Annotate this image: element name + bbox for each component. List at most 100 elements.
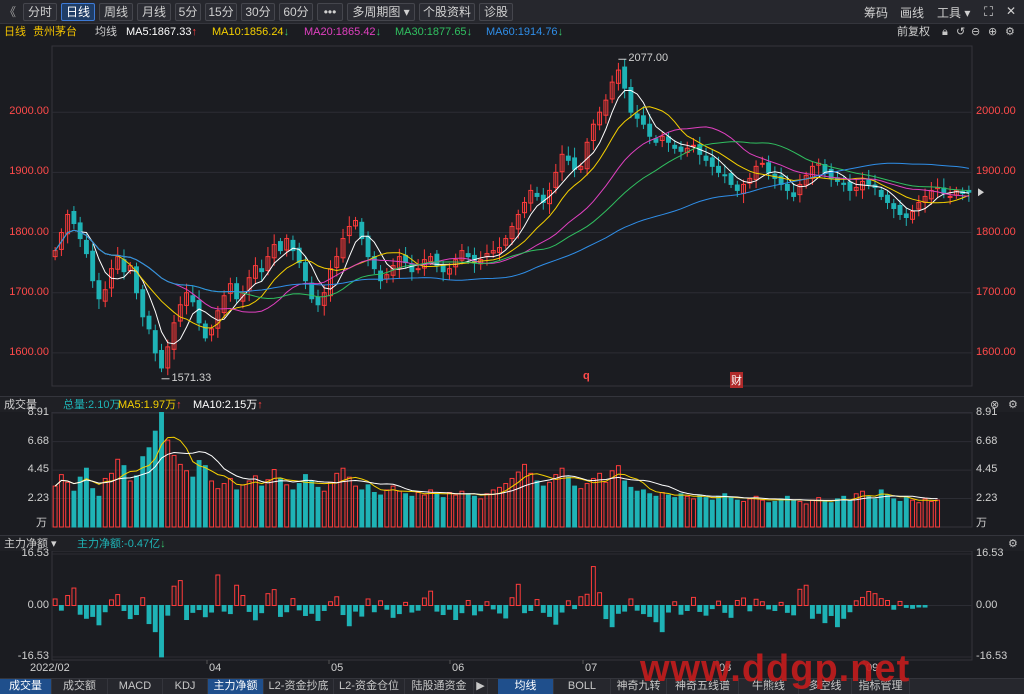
flow-bar <box>127 605 133 620</box>
indicator-tab-5[interactable]: L2-资金抄底 <box>264 679 334 694</box>
flow-bar <box>691 596 696 606</box>
undo-icon[interactable]: ↺ <box>956 24 965 40</box>
flow-bar <box>753 598 759 606</box>
flow-bar <box>647 605 653 617</box>
indicator-tab-4[interactable]: 主力净额 <box>208 679 264 694</box>
low-annotation: 1571.33 <box>171 371 212 384</box>
flow-bar <box>52 598 58 607</box>
volume-bar <box>722 493 728 528</box>
candle-body <box>622 66 628 89</box>
volume-bar <box>90 488 96 528</box>
flow-bar <box>277 605 283 617</box>
close-icon[interactable]: ✕ <box>1006 4 1016 18</box>
indicator-tab-7[interactable]: 陆股通资金 <box>405 679 474 694</box>
period-tab-4[interactable]: 5分 <box>175 3 201 21</box>
chart-canvas[interactable] <box>0 40 1024 678</box>
flow-bar <box>791 605 797 616</box>
flow-bar <box>590 566 596 606</box>
flow-bar <box>221 605 227 612</box>
ma30-value: MA30:1877.65↓ <box>395 26 473 38</box>
flow-bar <box>853 600 859 606</box>
ma60-value: MA60:1914.76↓ <box>486 26 564 38</box>
fullscreen-icon[interactable]: ⛶ <box>984 4 993 20</box>
settings-icon[interactable]: ⚙ <box>1005 24 1015 40</box>
volume-bar <box>578 488 584 528</box>
flow-bar <box>509 597 515 607</box>
ma-label[interactable]: 均线 <box>95 24 117 40</box>
indicator-tab-6[interactable]: L2-资金仓位 <box>334 679 405 694</box>
flow-bar <box>640 605 646 615</box>
volume-bar <box>346 476 352 528</box>
volume-bar <box>365 484 371 528</box>
indicator-tab-8[interactable]: ▶ <box>474 679 488 694</box>
lock-icon[interactable]: 🔒︎ <box>942 24 948 40</box>
flow-settings-icon[interactable]: ⚙ <box>1008 536 1018 552</box>
remove-icon[interactable]: ⊖ <box>971 24 980 40</box>
financial-report-marker[interactable]: 财 <box>730 372 743 388</box>
volume-bar <box>672 497 678 528</box>
period-tab-3[interactable]: 月线 <box>137 3 171 21</box>
period-tab-11[interactable]: 诊股 <box>479 3 513 21</box>
date-tick-2: 05 <box>331 662 344 674</box>
indicator-tab-2[interactable]: MACD <box>108 679 163 694</box>
flow-bar <box>409 605 415 613</box>
flow-bar <box>453 605 459 621</box>
adjust-select[interactable]: 前复权 <box>897 24 930 40</box>
volume-bar <box>828 502 834 528</box>
candle-body <box>371 256 377 270</box>
event-marker-q[interactable]: q <box>583 370 590 382</box>
period-tab-2[interactable]: 周线 <box>99 3 133 21</box>
indicator-tab-3[interactable]: KDJ <box>163 679 208 694</box>
candle-body <box>190 295 196 303</box>
flow-bar <box>697 605 703 612</box>
flow-bar <box>184 605 189 621</box>
period-tab-1[interactable]: 日线 <box>61 3 95 21</box>
indicator-tab-10[interactable]: BOLL <box>554 679 611 694</box>
volume-bar <box>910 499 915 528</box>
candle-body <box>891 203 897 209</box>
volume-bar <box>791 499 797 528</box>
flow-bar <box>140 597 146 607</box>
volume-bar <box>816 497 822 528</box>
indicator-tab-0[interactable]: 成交量 <box>0 679 52 694</box>
volume-bar <box>584 483 590 528</box>
flow-bar <box>434 605 440 612</box>
candle-body <box>572 157 578 170</box>
volume-unit-right: 万 <box>976 517 987 529</box>
volume-bar <box>628 486 634 528</box>
indicator-tab-9[interactable]: 均线 <box>498 679 554 694</box>
period-tab-6[interactable]: 30分 <box>241 3 275 21</box>
volume-bar <box>916 502 922 528</box>
flow-bar <box>903 605 909 608</box>
add-icon[interactable]: ⊕ <box>988 24 997 40</box>
volume-bar <box>65 481 71 528</box>
flow-bar <box>159 605 164 658</box>
volume-bar <box>522 463 527 528</box>
period-tab-8[interactable]: ••• <box>317 3 343 21</box>
chips-button[interactable]: 筹码 <box>864 4 888 21</box>
flow-bar <box>528 605 534 611</box>
tools-menu[interactable]: 工具 ▾ <box>937 4 970 21</box>
volume-bar <box>684 495 690 528</box>
collapse-panel-icon[interactable]: 《 <box>4 3 16 20</box>
volume-ma5-line <box>54 436 938 502</box>
flow-bar <box>891 605 897 610</box>
volume-bar <box>903 497 909 528</box>
flow-bar <box>440 605 446 616</box>
period-tab-7[interactable]: 60分 <box>279 3 313 21</box>
volume-axis-right-2: 6.68 <box>976 434 998 447</box>
period-tab-10[interactable]: 个股资料 <box>419 3 475 21</box>
flow-bar <box>522 605 527 614</box>
volume-bar <box>772 500 778 528</box>
candle-body <box>678 146 684 152</box>
flow-bar <box>709 605 715 610</box>
indicator-tab-1[interactable]: 成交额 <box>52 679 108 694</box>
period-tab-0[interactable]: 分时 <box>23 3 57 21</box>
period-tab-5[interactable]: 15分 <box>205 3 237 21</box>
volume-settings-icon[interactable]: ⚙ <box>1008 397 1018 413</box>
volume-bar <box>472 495 477 528</box>
price-axis-left-1: 1700.00 <box>9 285 49 298</box>
draw-line-button[interactable]: 画线 <box>900 4 924 21</box>
flow-bar <box>102 605 108 613</box>
period-tab-9[interactable]: 多周期图 ▾ <box>347 3 415 21</box>
